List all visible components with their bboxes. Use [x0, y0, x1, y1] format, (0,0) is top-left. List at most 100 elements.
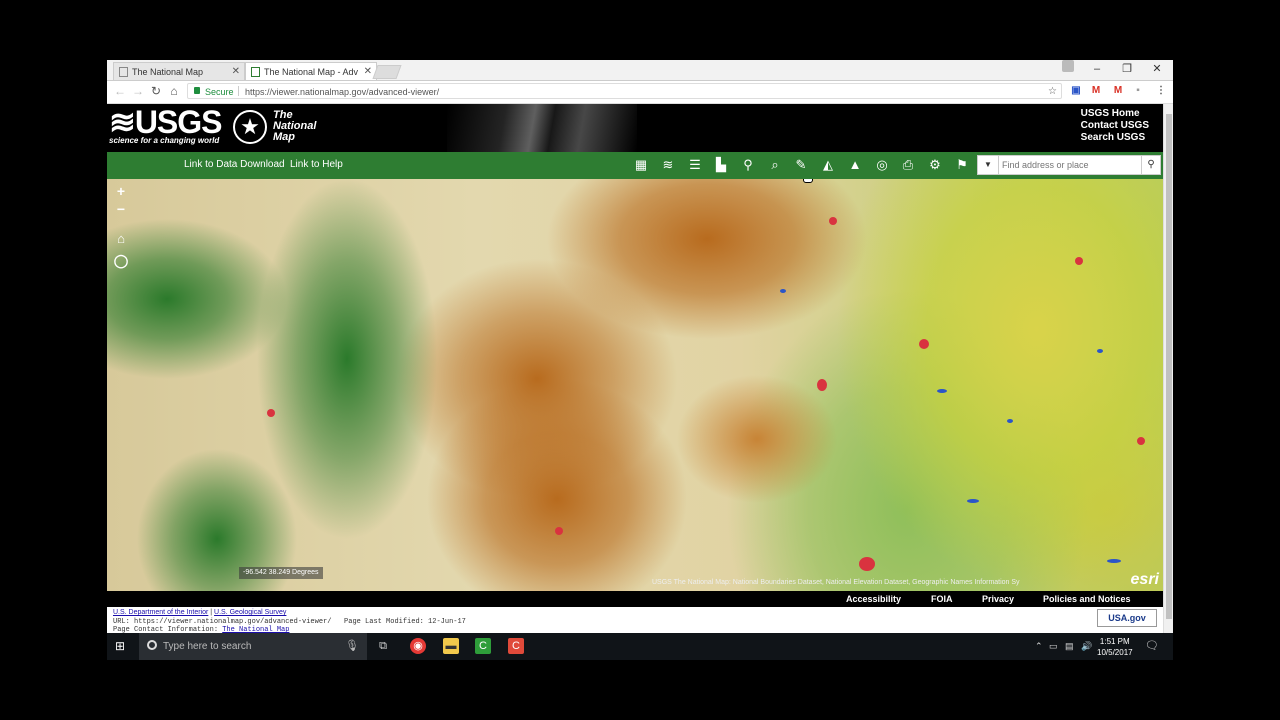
- developed-area: [1075, 257, 1083, 265]
- page-icon: [119, 67, 128, 77]
- zoom-in-button[interactable]: +: [113, 183, 129, 199]
- new-tab-button[interactable]: [372, 65, 402, 79]
- identify-icon[interactable]: ◎: [874, 157, 890, 173]
- place-search-input[interactable]: [1002, 157, 1132, 173]
- footer-url: URL: https://viewer.nationalmap.gov/adva…: [113, 618, 466, 626]
- basemap-gallery-icon[interactable]: ▦: [633, 157, 649, 173]
- national-map-text: The National Map: [273, 110, 333, 143]
- notification-icon[interactable]: 🗨: [1145, 639, 1159, 652]
- water-body: [1107, 559, 1121, 563]
- developed-area: [859, 557, 875, 571]
- microphone-icon[interactable]: 🎙: [345, 639, 359, 652]
- legend-icon[interactable]: ☰: [687, 157, 703, 173]
- elevation-profile-icon[interactable]: ◭: [820, 157, 836, 173]
- url-field[interactable]: Secure https://viewer.nationalmap.gov/ad…: [187, 83, 1062, 99]
- close-window-button[interactable]: ✕: [1142, 60, 1172, 80]
- bookmark-icon[interactable]: ▙: [713, 157, 729, 173]
- home-icon[interactable]: ⌂: [167, 84, 181, 98]
- restore-button[interactable]: ❐: [1112, 60, 1142, 80]
- elevation-icon[interactable]: ▲: [847, 157, 863, 173]
- back-icon[interactable]: ←: [113, 84, 127, 98]
- map-attribution: USGS The National Map: National Boundari…: [652, 579, 1020, 586]
- close-icon[interactable]: ✕: [364, 63, 372, 80]
- search-icon[interactable]: ⚲: [1141, 156, 1160, 174]
- chevron-up-icon[interactable]: ⌃: [1035, 641, 1043, 652]
- tab-advanced-viewer[interactable]: The National Map - Adv ✕: [245, 62, 377, 80]
- chevron-down-icon[interactable]: ▼: [978, 156, 999, 174]
- star-icon[interactable]: ☆: [1048, 84, 1057, 100]
- tab-label: The National Map - Adv: [264, 67, 359, 77]
- accessibility-link[interactable]: Accessibility: [846, 594, 901, 604]
- tab-strip: The National Map ✕ The National Map - Ad…: [107, 60, 1173, 81]
- time: 1:51 PM: [1099, 637, 1130, 646]
- find-icon[interactable]: ⌕: [767, 157, 783, 173]
- search-usgs-link[interactable]: Search USGS: [1081, 132, 1149, 144]
- recorder-icon[interactable]: C: [508, 638, 524, 654]
- footer-links-bar: Accessibility FOIA Privacy Policies and …: [107, 591, 1163, 607]
- scrollbar-thumb[interactable]: [1166, 114, 1172, 619]
- profile-icon[interactable]: [1062, 60, 1074, 72]
- water-body: [967, 499, 979, 503]
- extension-icon[interactable]: ▣: [1070, 85, 1082, 97]
- usgs-logo[interactable]: ≋USGS science for a changing world: [109, 106, 222, 145]
- network-icon[interactable]: ▤: [1065, 641, 1074, 652]
- lock-icon: [194, 87, 200, 94]
- windows-start-icon[interactable]: ⊞: [115, 640, 127, 652]
- tab-label: The National Map: [132, 67, 204, 77]
- chrome-icon[interactable]: ◉: [410, 638, 426, 654]
- contact-usgs-link[interactable]: Contact USGS: [1081, 120, 1149, 132]
- windows-taskbar: ⊞ Type here to search 🎙 ⧉ ◉ ▬ C C ⌃ ▭ ▤ …: [107, 633, 1173, 660]
- battery-icon[interactable]: ▭: [1049, 641, 1058, 652]
- browser-window: The National Map ✕ The National Map - Ad…: [107, 60, 1173, 660]
- data-download-link[interactable]: Link to Data Download: [184, 159, 285, 170]
- zoom-out-button[interactable]: −: [113, 201, 129, 217]
- url-text: https://viewer.nationalmap.gov/advanced-…: [245, 87, 440, 97]
- place-search: ▼ ⚲: [977, 155, 1161, 175]
- scrollbar[interactable]: [1163, 104, 1173, 633]
- doi-link[interactable]: U.S. Department of the Interior: [113, 609, 208, 616]
- usgs-wordmark: ≋USGS: [109, 104, 222, 140]
- help-link[interactable]: Link to Help: [290, 159, 343, 170]
- volume-icon[interactable]: 🔊: [1081, 641, 1092, 652]
- mouse-cursor: [803, 179, 813, 183]
- developed-area: [919, 339, 929, 349]
- gmail-icon[interactable]: M: [1112, 85, 1124, 97]
- minimize-button[interactable]: –: [1082, 60, 1112, 80]
- forward-icon[interactable]: →: [131, 84, 145, 98]
- cortana-icon: [147, 640, 157, 650]
- taskbar-search-text: Type here to search: [163, 641, 252, 652]
- water-body: [1097, 349, 1103, 353]
- divider: [238, 86, 239, 96]
- gmail-icon[interactable]: M: [1090, 85, 1102, 97]
- map-view[interactable]: + − ⌂ ◯ -96.542 38.249 Degrees USGS The …: [107, 179, 1163, 591]
- tab-national-map[interactable]: The National Map ✕: [113, 62, 245, 80]
- reload-icon[interactable]: ↻: [149, 84, 163, 98]
- policies-link[interactable]: Policies and Notices: [1043, 594, 1131, 604]
- footer-agency: U.S. Department of the Interior | U.S. G…: [113, 609, 287, 616]
- water-body: [937, 389, 947, 393]
- reporting-icon[interactable]: ⚑: [954, 157, 970, 173]
- foia-link[interactable]: FOIA: [931, 594, 953, 604]
- privacy-link[interactable]: Privacy: [982, 594, 1014, 604]
- home-icon[interactable]: ⌂: [113, 231, 129, 246]
- layers-icon[interactable]: ≋: [660, 157, 676, 173]
- task-view-icon[interactable]: ⧉: [375, 638, 391, 654]
- menu-icon[interactable]: ⋮: [1155, 85, 1167, 97]
- print-icon[interactable]: ⎙: [900, 157, 916, 173]
- settings-icon[interactable]: ⚙: [927, 157, 943, 173]
- network-icon[interactable]: ⚲: [740, 157, 756, 173]
- file-explorer-icon[interactable]: ▬: [443, 638, 459, 654]
- developed-area: [817, 379, 827, 391]
- clock[interactable]: 1:51 PM 10/5/2017: [1097, 636, 1133, 658]
- usgs-link[interactable]: U.S. Geological Survey: [214, 609, 286, 616]
- close-icon[interactable]: ✕: [232, 63, 240, 80]
- taskbar-search[interactable]: Type here to search 🎙: [139, 633, 367, 660]
- usgs-home-link[interactable]: USGS Home: [1081, 108, 1149, 120]
- extension-icon[interactable]: ▪: [1132, 85, 1144, 97]
- camtasia-icon[interactable]: C: [475, 638, 491, 654]
- measure-icon[interactable]: ✎: [793, 157, 809, 173]
- secure-label: Secure: [205, 87, 234, 97]
- locate-icon[interactable]: ◯: [113, 253, 129, 269]
- last-modified: Page Last Modified: 12-Jun-17: [344, 618, 466, 626]
- usagov-logo[interactable]: USA.gov: [1097, 609, 1157, 627]
